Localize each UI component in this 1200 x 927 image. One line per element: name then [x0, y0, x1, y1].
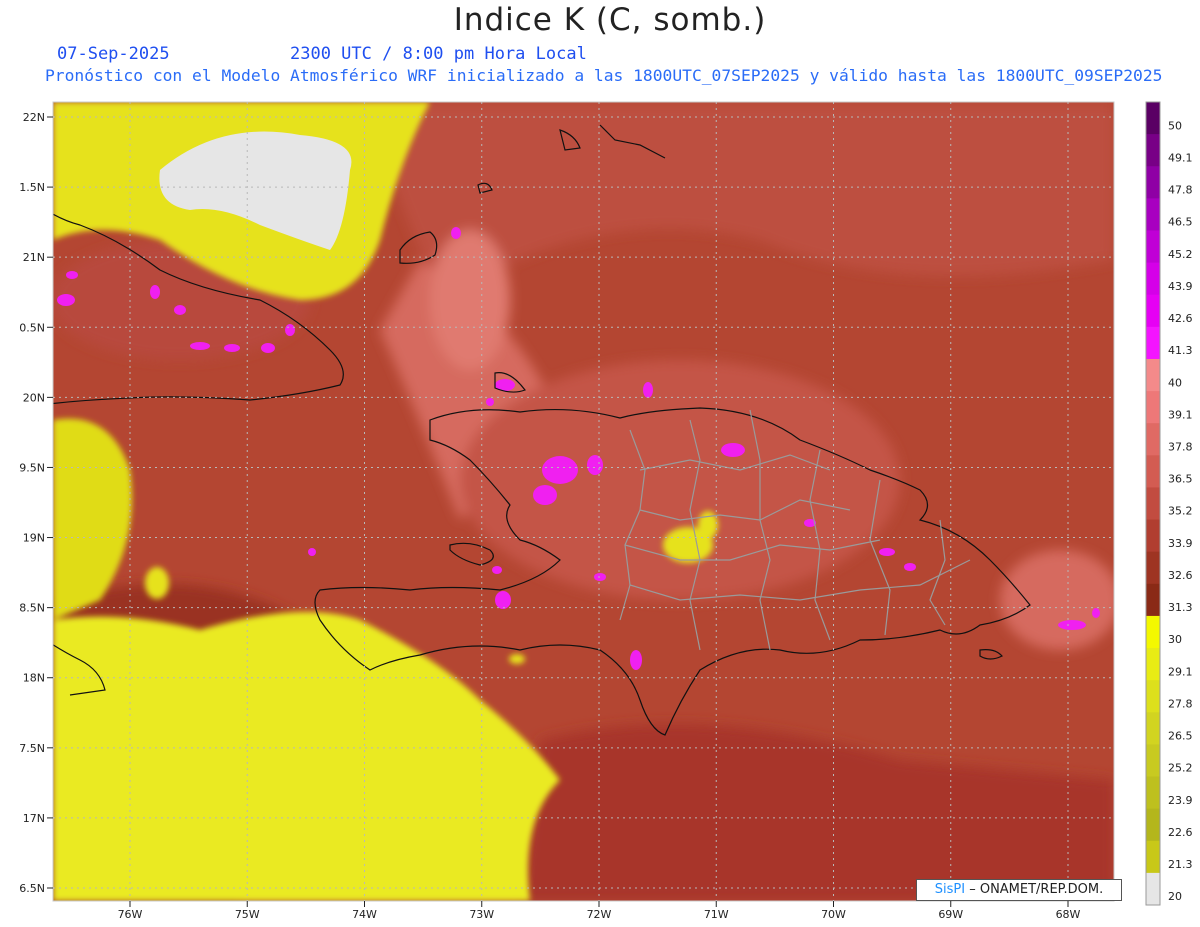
colorbar-label: 43.9 — [1168, 280, 1193, 293]
colorbar-swatch — [1146, 294, 1160, 328]
map-title: Indice K (C, somb.) — [453, 2, 767, 38]
colorbar-swatch — [1146, 230, 1160, 264]
colorbar-swatch — [1146, 198, 1160, 231]
colorbar-label: 37.8 — [1168, 441, 1193, 454]
colorbar-swatch — [1146, 487, 1160, 521]
colorbar-label: 33.9 — [1168, 537, 1193, 550]
lat-tick-label: 0.5N — [19, 321, 45, 334]
colorbar-swatch — [1146, 840, 1160, 874]
lon-tick-label: 70W — [821, 908, 846, 921]
credit-brand: SisPI — [934, 882, 966, 897]
colorbar-label: 45.2 — [1168, 248, 1193, 261]
colorbar-swatch — [1146, 583, 1160, 617]
colorbar-swatch — [1146, 551, 1160, 585]
colorbar-swatch — [1146, 872, 1160, 906]
colorbar-swatch — [1146, 680, 1160, 713]
lat-tick-label: 17N — [23, 812, 45, 825]
lon-tick-label: 69W — [938, 908, 963, 921]
colorbar-swatch — [1146, 134, 1160, 167]
colorbar-label: 22.6 — [1168, 826, 1193, 839]
lon-tick-label: 76W — [118, 908, 143, 921]
lat-tick-label: 1.5N — [19, 181, 45, 194]
colorbar-label: 35.2 — [1168, 505, 1193, 518]
date-label: 07-Sep-2025 — [57, 44, 170, 64]
colorbar-swatch — [1146, 358, 1160, 392]
colorbar-label: 31.3 — [1168, 601, 1193, 614]
colorbar-swatch — [1146, 326, 1160, 360]
colorbar-swatch — [1146, 648, 1160, 681]
map-figure: 22N 1.5N 21N 0.5N 20N 9.5N 19N 8.5N 18N 7.5N 17N 6.… — [19, 101, 1193, 921]
colorbar-label: 39.1 — [1168, 408, 1193, 421]
lon-tick-label: 68W — [1056, 908, 1081, 921]
lon-tick-label: 72W — [587, 908, 612, 921]
colorbar-swatch — [1146, 166, 1160, 199]
colorbar-label: 47.8 — [1168, 184, 1193, 197]
lat-tick-label: 6.5N — [19, 882, 45, 895]
colorbar-label: 40 — [1168, 376, 1182, 389]
colorbar-label: 46.5 — [1168, 216, 1193, 229]
colorbar-swatch — [1146, 102, 1160, 135]
lat-tick-label: 19N — [23, 532, 45, 545]
forecast-description: Pronóstico con el Modelo Atmosférico WRF… — [45, 66, 1163, 85]
colorbar-label: 25.2 — [1168, 762, 1193, 775]
colorbar-label: 36.5 — [1168, 473, 1193, 486]
lon-tick-label: 75W — [235, 908, 260, 921]
colorbar-label: 26.5 — [1168, 730, 1193, 743]
colorbar-swatch — [1146, 423, 1160, 456]
colorbar-label: 49.1 — [1168, 151, 1193, 164]
lat-tick-label: 18N — [23, 672, 45, 685]
colorbar-swatch — [1146, 615, 1160, 649]
longitude-axis: 76W 75W 74W 73W 72W 71W 70W 69W 68W — [118, 901, 1081, 921]
colorbar-label: 21.3 — [1168, 858, 1193, 871]
colorbar-label: 42.6 — [1168, 312, 1193, 325]
lat-tick-label: 9.5N — [19, 461, 45, 474]
colorbar-label: 32.6 — [1168, 569, 1193, 582]
latitude-axis: 22N 1.5N 21N 0.5N 20N 9.5N 19N 8.5N 18N 7.5N 17N 6.… — [19, 111, 53, 895]
shaded-field — [53, 102, 1114, 901]
lon-tick-label: 71W — [704, 908, 729, 921]
lon-tick-label: 73W — [469, 908, 494, 921]
lat-tick-label: 22N — [23, 111, 45, 124]
colorbar-swatch — [1146, 808, 1160, 842]
lat-tick-label: 8.5N — [19, 602, 45, 615]
colorbar-label: 27.8 — [1168, 697, 1193, 710]
lat-tick-label: 20N — [23, 391, 45, 404]
colorbar-swatch — [1146, 712, 1160, 745]
colorbar-swatch — [1146, 262, 1160, 296]
lat-tick-label: 7.5N — [19, 742, 45, 755]
colorbar-label: 50 — [1168, 119, 1182, 132]
colorbar-swatch — [1146, 519, 1160, 553]
colorbar-label: 20 — [1168, 890, 1182, 903]
time-label: 2300 UTC / 8:00 pm Hora Local — [290, 44, 587, 64]
colorbar-swatch — [1146, 776, 1160, 810]
credit-box: SisPI – ONAMET/REP.DOM. — [916, 879, 1122, 901]
lon-tick-label: 74W — [352, 908, 377, 921]
colorbar: 50 49.1 47.8 46.5 45.2 43.9 42.6 41.3 40 39.1 37.8… — [1145, 101, 1193, 906]
colorbar-label: 41.3 — [1168, 344, 1193, 357]
colorbar-label: 30 — [1168, 633, 1182, 646]
colorbar-swatch — [1146, 455, 1160, 488]
credit-text: – ONAMET/REP.DOM. — [969, 882, 1104, 897]
colorbar-swatch — [1146, 744, 1160, 778]
lat-tick-label: 21N — [23, 251, 45, 264]
colorbar-label: 29.1 — [1168, 665, 1193, 678]
colorbar-swatch — [1146, 391, 1160, 424]
colorbar-label: 23.9 — [1168, 794, 1193, 807]
